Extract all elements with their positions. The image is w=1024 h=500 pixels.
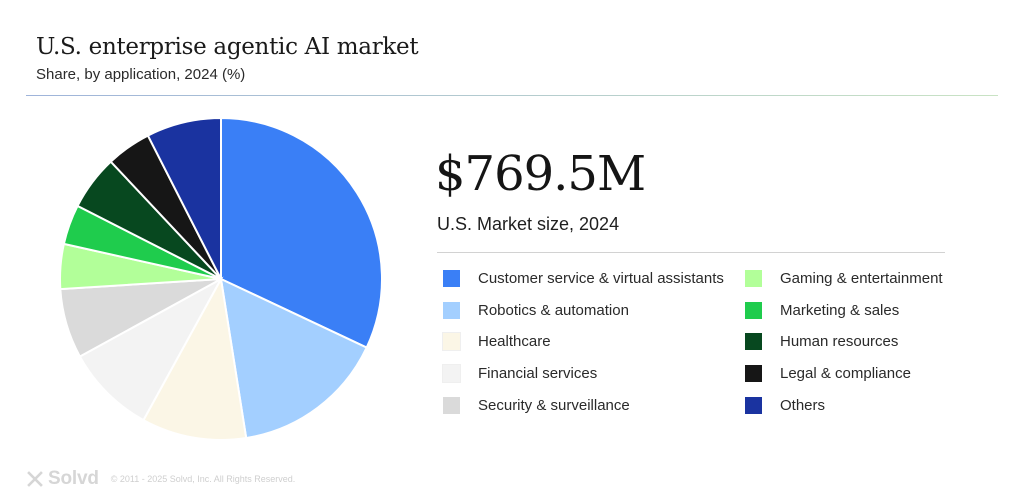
legend-swatch (745, 333, 762, 351)
solvd-logo-icon (27, 471, 43, 487)
legend-item: Security & surveillance (443, 396, 630, 414)
legend-item: Customer service & virtual assistants (443, 270, 724, 287)
legend-item: Marketing & sales (745, 301, 900, 319)
legend-label: Others (780, 396, 826, 414)
legend-label: Financial services (478, 365, 598, 383)
legend-item: Human resources (745, 333, 899, 351)
legend-item: Others (745, 396, 826, 414)
copyright-text: © 2011 - 2025 Solvd, Inc. All Rights Res… (110, 474, 296, 484)
legend-label: Robotics & automation (478, 301, 629, 319)
legend-swatch (442, 332, 461, 352)
brand-name: Solvd (48, 468, 99, 489)
legend-swatch (442, 364, 461, 384)
legend-swatch (443, 396, 460, 414)
legend-item: Robotics & automation (443, 301, 629, 319)
footer: Solvd © 2011 - 2025 Solvd, Inc. All Righ… (26, 468, 295, 490)
legend-label: Gaming & entertainment (780, 270, 943, 287)
legend-label: Healthcare (478, 333, 551, 351)
legend-divider (437, 252, 945, 253)
legend-item: Gaming & entertainment (745, 270, 943, 287)
legend-item: Financial services (442, 364, 598, 384)
market-size-label: U.S. Market size, 2024 (437, 214, 620, 234)
legend-swatch (443, 301, 460, 319)
legend-swatch (745, 301, 762, 319)
legend-label: Legal & compliance (780, 365, 911, 383)
legend-item: Healthcare (442, 332, 551, 352)
legend-swatch (443, 270, 460, 287)
legend-swatch (745, 270, 762, 287)
legend-swatch (745, 365, 762, 383)
legend-label: Human resources (780, 333, 899, 351)
legend-label: Customer service & virtual assistants (478, 270, 724, 287)
legend-label: Security & surveillance (478, 396, 630, 414)
legend-swatch (745, 396, 762, 414)
legend-label: Marketing & sales (780, 301, 900, 319)
legend-item: Legal & compliance (745, 365, 911, 383)
market-size-value: $769.5M (435, 146, 646, 202)
pie-chart (59, 116, 383, 441)
